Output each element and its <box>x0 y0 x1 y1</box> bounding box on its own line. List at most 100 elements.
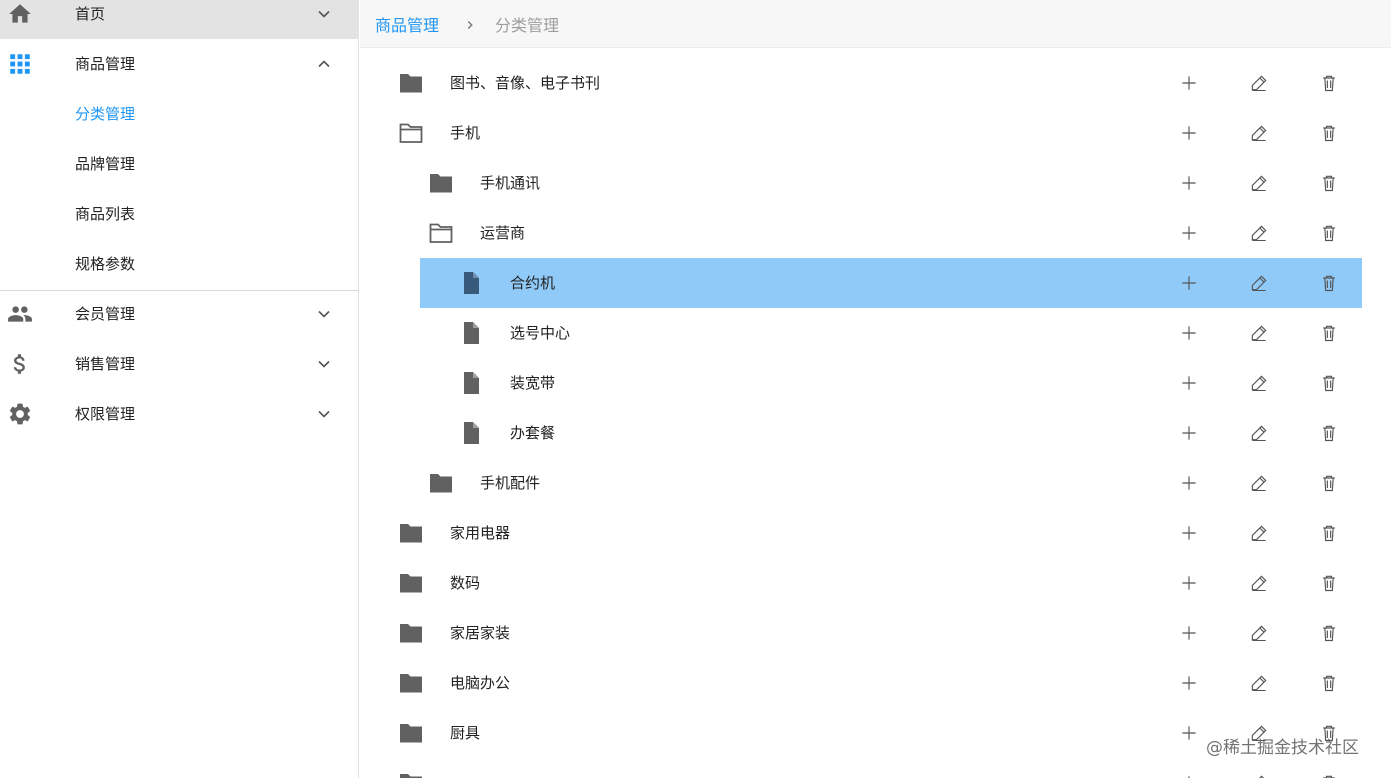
delete-icon[interactable] <box>1317 621 1341 645</box>
sidebar-item-label: 首页 <box>75 5 106 23</box>
tree-row-label: 图书、音像、电子书刊 <box>450 74 601 92</box>
add-icon[interactable] <box>1177 421 1201 445</box>
folder-filled-icon[interactable] <box>398 671 424 695</box>
sidebar: 首页 商品管理 分类管理 品牌管理 商品列表 规格参数 会员管理 销售管理 权限… <box>0 0 359 778</box>
delete-icon[interactable] <box>1317 321 1341 345</box>
tree-row[interactable]: 选号中心 <box>360 308 1391 358</box>
tree-row[interactable]: 手机配件 <box>360 458 1391 508</box>
sidebar-subitem-spec[interactable]: 规格参数 <box>0 239 359 289</box>
folder-filled-icon[interactable] <box>398 571 424 595</box>
delete-icon[interactable] <box>1317 771 1341 778</box>
tree-row[interactable]: 电脑办公 <box>360 658 1391 708</box>
file-icon[interactable] <box>458 321 484 345</box>
folder-filled-icon[interactable] <box>398 621 424 645</box>
add-icon[interactable] <box>1177 721 1201 745</box>
sidebar-item-members[interactable]: 会员管理 <box>0 289 359 339</box>
edit-icon[interactable] <box>1247 71 1271 95</box>
folder-filled-icon[interactable] <box>398 521 424 545</box>
add-icon[interactable] <box>1177 321 1201 345</box>
delete-icon[interactable] <box>1317 271 1341 295</box>
add-icon[interactable] <box>1177 121 1201 145</box>
folder-open-icon[interactable] <box>398 121 424 145</box>
tree-row-label: 电脑办公 <box>450 674 511 692</box>
tree-row[interactable] <box>360 758 1391 778</box>
edit-icon[interactable] <box>1247 471 1271 495</box>
tree-row[interactable]: 家居家装 <box>360 608 1391 658</box>
tree-row[interactable]: 图书、音像、电子书刊 <box>360 58 1391 108</box>
delete-icon[interactable] <box>1317 671 1341 695</box>
folder-filled-icon[interactable] <box>398 721 424 745</box>
row-highlight <box>360 758 1362 778</box>
add-icon[interactable] <box>1177 171 1201 195</box>
tree-row[interactable]: 运营商 <box>360 208 1391 258</box>
add-icon[interactable] <box>1177 571 1201 595</box>
delete-icon[interactable] <box>1317 121 1341 145</box>
edit-icon[interactable] <box>1247 171 1271 195</box>
chevron-down-icon <box>314 4 334 24</box>
sidebar-subitem-label: 品牌管理 <box>75 155 136 173</box>
edit-icon[interactable] <box>1247 521 1271 545</box>
breadcrumb-current: 分类管理 <box>495 15 560 35</box>
file-icon[interactable] <box>458 421 484 445</box>
add-icon[interactable] <box>1177 221 1201 245</box>
folder-filled-icon[interactable] <box>398 771 424 778</box>
add-icon[interactable] <box>1177 271 1201 295</box>
add-icon[interactable] <box>1177 621 1201 645</box>
folder-filled-icon[interactable] <box>398 71 424 95</box>
tree-row-selected[interactable]: 合约机 <box>360 258 1391 308</box>
add-icon[interactable] <box>1177 371 1201 395</box>
add-icon[interactable] <box>1177 471 1201 495</box>
edit-icon[interactable] <box>1247 571 1271 595</box>
row-highlight <box>420 408 1362 458</box>
tree-row[interactable]: 办套餐 <box>360 408 1391 458</box>
sidebar-item-home[interactable]: 首页 <box>0 0 359 39</box>
folder-open-icon[interactable] <box>428 221 454 245</box>
sidebar-item-label: 会员管理 <box>75 305 136 323</box>
edit-icon[interactable] <box>1247 321 1271 345</box>
category-tree: 图书、音像、电子书刊手机 手机通讯 运营商 合约机 选号中心 装宽带 办套餐 手机配件 家用电器… <box>360 58 1391 778</box>
folder-filled-icon[interactable] <box>428 471 454 495</box>
sidebar-subitem-label: 分类管理 <box>75 105 136 123</box>
edit-icon[interactable] <box>1247 671 1271 695</box>
delete-icon[interactable] <box>1317 521 1341 545</box>
edit-icon[interactable] <box>1247 121 1271 145</box>
delete-icon[interactable] <box>1317 571 1341 595</box>
tree-row[interactable]: 家用电器 <box>360 508 1391 558</box>
add-icon[interactable] <box>1177 671 1201 695</box>
delete-icon[interactable] <box>1317 221 1341 245</box>
breadcrumb-parent-link[interactable]: 商品管理 <box>375 12 439 36</box>
edit-icon[interactable] <box>1247 221 1271 245</box>
edit-icon[interactable] <box>1247 421 1271 445</box>
add-icon[interactable] <box>1177 71 1201 95</box>
tree-row[interactable]: 数码 <box>360 558 1391 608</box>
edit-icon[interactable] <box>1247 371 1271 395</box>
tree-row[interactable]: 装宽带 <box>360 358 1391 408</box>
chevron-up-icon <box>314 54 334 74</box>
sidebar-subitem-label: 规格参数 <box>75 255 136 273</box>
delete-icon[interactable] <box>1317 421 1341 445</box>
file-icon[interactable] <box>458 271 484 295</box>
edit-icon[interactable] <box>1247 271 1271 295</box>
edit-icon[interactable] <box>1247 771 1271 778</box>
tree-row[interactable]: 手机 <box>360 108 1391 158</box>
delete-icon[interactable] <box>1317 171 1341 195</box>
row-highlight <box>420 258 1362 308</box>
edit-icon[interactable] <box>1247 621 1271 645</box>
sidebar-item-product[interactable]: 商品管理 <box>0 39 359 89</box>
file-icon[interactable] <box>458 371 484 395</box>
delete-icon[interactable] <box>1317 71 1341 95</box>
sidebar-item-label: 权限管理 <box>75 405 136 423</box>
sidebar-subitem-category[interactable]: 分类管理 <box>0 89 359 139</box>
tree-row[interactable]: 手机通讯 <box>360 158 1391 208</box>
sidebar-subitem-product-list[interactable]: 商品列表 <box>0 189 359 239</box>
add-icon[interactable] <box>1177 521 1201 545</box>
sidebar-item-permissions[interactable]: 权限管理 <box>0 389 359 439</box>
delete-icon[interactable] <box>1317 471 1341 495</box>
add-icon[interactable] <box>1177 771 1201 778</box>
folder-filled-icon[interactable] <box>428 171 454 195</box>
sidebar-subitem-brand[interactable]: 品牌管理 <box>0 139 359 189</box>
people-icon <box>6 300 34 328</box>
sidebar-item-sales[interactable]: 销售管理 <box>0 339 359 389</box>
row-highlight <box>360 558 1362 608</box>
delete-icon[interactable] <box>1317 371 1341 395</box>
